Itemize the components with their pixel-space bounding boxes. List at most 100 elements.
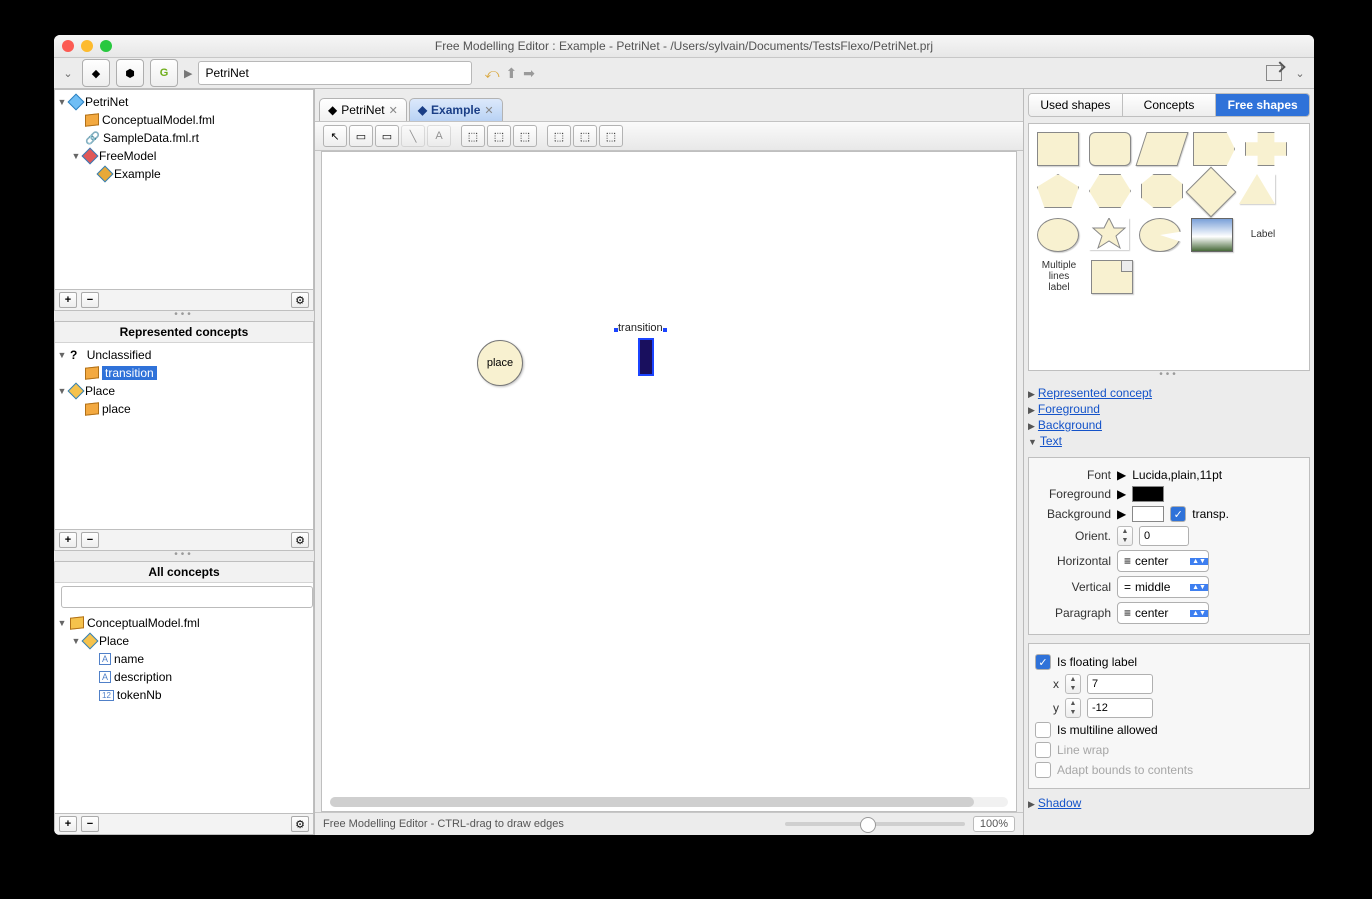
shape-octagon[interactable] [1141,174,1183,208]
paragraph-combo[interactable]: ≡ center▲▼ [1117,602,1209,624]
cursor-tool[interactable]: ↖ [323,125,347,147]
app-icon-1[interactable]: ◆ [82,59,110,87]
breadcrumb[interactable]: PetriNet [198,61,472,85]
disclosure-icon[interactable]: ▶ [1117,468,1126,482]
maximize-icon[interactable] [100,40,112,52]
canvas[interactable]: place transition [321,151,1017,812]
orient-stepper[interactable]: ▲▼ [1117,526,1133,546]
remove-button[interactable]: − [81,532,99,548]
text-tool[interactable]: A [427,125,451,147]
shape-rect[interactable] [1037,132,1079,166]
close-icon[interactable]: ✕ [389,104,398,117]
tab-petrinet[interactable]: ◆PetriNet✕ [319,98,407,121]
distribute-icon[interactable]: ⬚ [573,125,597,147]
distribute-icon[interactable]: ⬚ [599,125,623,147]
cube-icon [85,366,99,379]
sec-represented-concept[interactable]: Represented concept [1038,386,1152,400]
close-icon[interactable]: ✕ [484,104,493,117]
panel-title: Represented concepts [55,322,313,343]
bg-color-swatch[interactable] [1132,506,1164,522]
transp-checkbox[interactable]: ✓ [1170,506,1186,522]
shape-arrow[interactable] [1193,132,1235,166]
sec-foreground[interactable]: Foreground [1038,402,1100,416]
linewrap-checkbox [1035,742,1051,758]
multiline-checkbox[interactable] [1035,722,1051,738]
app-icon-2[interactable]: ⬢ [116,59,144,87]
transition-shape[interactable] [638,338,654,376]
floating-checkbox[interactable]: ✓ [1035,654,1051,670]
close-icon[interactable] [62,40,74,52]
fg-color-swatch[interactable] [1132,486,1164,502]
x-stepper[interactable]: ▲▼ [1065,674,1081,694]
chevron-down-icon-2[interactable]: ⌄ [1292,67,1308,80]
add-button[interactable]: + [59,532,77,548]
represented-concepts-panel: Represented concepts ▼? Unclassified tra… [54,321,314,551]
shape-plus[interactable] [1245,132,1287,166]
disclosure-icon[interactable]: ▶ [1117,507,1126,521]
align-center-icon[interactable]: ⬚ [487,125,511,147]
orient-input[interactable] [1139,526,1189,546]
align-right-icon[interactable]: ⬚ [513,125,537,147]
shape-diamond[interactable] [1186,167,1237,218]
shape-roundrect[interactable] [1089,132,1131,166]
shape-star[interactable] [1089,218,1129,250]
remove-button[interactable]: − [81,292,99,308]
represented-tree[interactable]: ▼? Unclassified transition ▼Place place [55,343,313,529]
disclosure-icon[interactable]: ▶ [1117,487,1126,501]
floating-label-box: ✓Is floating label x▲▼ y▲▼ Is multiline … [1028,643,1310,789]
shape-file[interactable] [1091,260,1133,294]
nav-back-icon[interactable]: ⤺ [484,65,499,82]
shape-label[interactable]: Label [1243,218,1283,250]
shape-multiline-label[interactable]: Multiple lines label [1037,260,1081,292]
zoom-slider[interactable] [785,822,965,826]
rect-tool[interactable]: ▭ [349,125,373,147]
all-concepts-tree[interactable]: ▼ConceptualModel.fml ▼Place Aname Adescr… [55,611,313,813]
add-button[interactable]: + [59,816,77,832]
minimize-icon[interactable] [81,40,93,52]
sec-text[interactable]: Text [1040,434,1062,448]
y-stepper[interactable]: ▲▼ [1065,698,1081,718]
sec-shadow[interactable]: Shadow [1038,796,1081,810]
nav-forward-icon[interactable]: ➡ [523,65,535,82]
model-icon [97,166,114,183]
transition-label[interactable]: transition [618,322,663,334]
tab-used-shapes[interactable]: Used shapes [1029,94,1123,116]
chevron-down-icon[interactable]: ⌄ [60,67,76,80]
x-input[interactable] [1087,674,1153,694]
gear-icon[interactable]: ⚙ [291,532,309,548]
shape-pentagon[interactable] [1037,174,1079,208]
property-sections: ▶Represented concept ▶Foreground ▶Backgr… [1028,385,1310,449]
app-icon-3[interactable]: G [150,59,178,87]
tab-concepts[interactable]: Concepts [1123,94,1217,116]
add-button[interactable]: + [59,292,77,308]
y-input[interactable] [1087,698,1153,718]
place-shape[interactable]: place [477,340,523,386]
resize-handle[interactable]: ••• [1024,371,1314,381]
resize-handle[interactable]: ••• [54,311,314,321]
tab-free-shapes[interactable]: Free shapes [1216,94,1309,116]
rect-tool-2[interactable]: ▭ [375,125,399,147]
distribute-icon[interactable]: ⬚ [547,125,571,147]
gear-icon[interactable]: ⚙ [291,816,309,832]
filter-input[interactable] [61,586,313,608]
tab-example[interactable]: ◆Example✕ [409,98,503,121]
diamond-icon [82,633,99,650]
shape-image[interactable] [1191,218,1233,252]
shape-parallelogram[interactable] [1135,132,1188,166]
shape-ellipse[interactable] [1037,218,1079,252]
gear-icon[interactable]: ⚙ [291,292,309,308]
shape-hexagon[interactable] [1089,174,1131,208]
h-scrollbar[interactable] [330,797,1008,807]
remove-button[interactable]: − [81,816,99,832]
resize-handle[interactable]: ••• [54,551,314,561]
expand-button[interactable] [1266,65,1282,81]
project-tree[interactable]: ▼PetriNet ConceptualModel.fml 🔗SampleDat… [55,90,313,289]
line-tool[interactable]: ╲ [401,125,425,147]
nav-up-icon[interactable]: ⬆ [505,65,517,82]
align-left-icon[interactable]: ⬚ [461,125,485,147]
shape-triangle[interactable] [1239,174,1275,204]
sec-background[interactable]: Background [1038,418,1102,432]
vertical-combo[interactable]: = middle▲▼ [1117,576,1209,598]
shape-pacman[interactable] [1139,218,1181,252]
horizontal-combo[interactable]: ≡ center▲▼ [1117,550,1209,572]
